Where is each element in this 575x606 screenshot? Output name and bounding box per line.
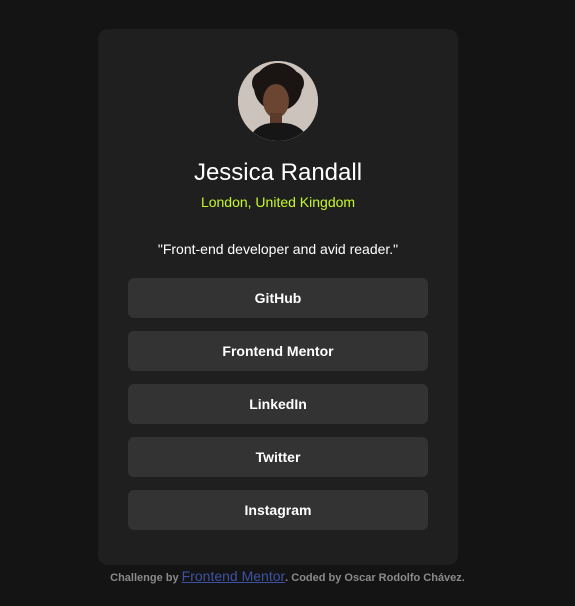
profile-photo	[238, 61, 318, 141]
attribution-suffix: . Coded by Oscar Rodolfo Chávez.	[285, 572, 465, 584]
profile-name: Jessica Randall	[193, 159, 363, 186]
linkedin-link-button[interactable]: LinkedIn	[128, 384, 428, 424]
social-links-list: GitHub Frontend Mentor LinkedIn Twitter …	[128, 278, 428, 543]
attribution-footer: Challenge by Frontend Mentor. Coded by O…	[0, 568, 575, 586]
profile-bio: "Front-end developer and avid reader."	[157, 241, 399, 257]
profile-card: Jessica Randall London, United Kingdom "…	[98, 29, 458, 565]
attribution-prefix: Challenge by	[110, 572, 179, 584]
twitter-link-button[interactable]: Twitter	[128, 437, 428, 477]
frontend-mentor-link-button[interactable]: Frontend Mentor	[128, 331, 428, 371]
avatar	[238, 61, 318, 141]
profile-location: London, United Kingdom	[200, 194, 356, 210]
frontend-mentor-attribution-link[interactable]: Frontend Mentor	[182, 568, 286, 584]
instagram-link-button[interactable]: Instagram	[128, 490, 428, 530]
github-link-button[interactable]: GitHub	[128, 278, 428, 318]
